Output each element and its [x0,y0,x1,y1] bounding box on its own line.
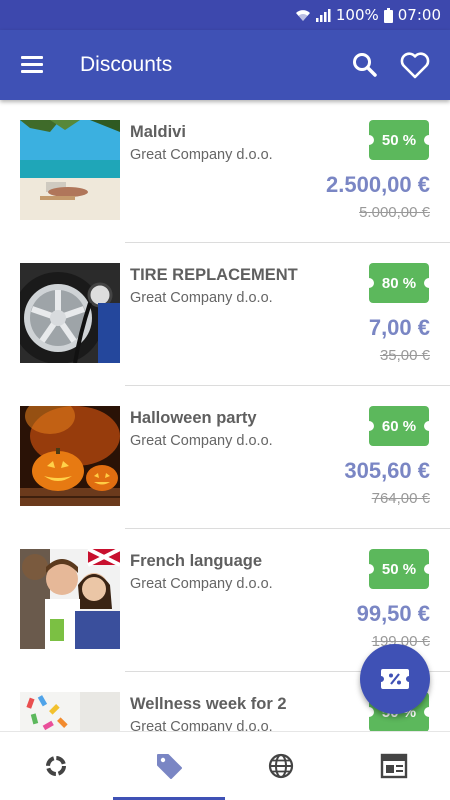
search-icon[interactable] [350,50,380,80]
page-title: Discounts [80,53,173,76]
battery-level: 100% [335,6,379,24]
wifi-icon [295,10,310,21]
item-old-price: 5.000,00 € [359,204,430,221]
item-old-price: 764,00 € [371,490,430,507]
item-name: Wellness week for 2 [130,695,287,713]
item-price: 7,00 € [368,315,430,340]
news-icon [380,753,407,779]
battery-icon [383,7,393,23]
item-company: Great Company d.o.o. [130,719,273,731]
discount-badge: 50 % [364,549,434,589]
tire-photo [20,263,120,363]
nav-tab-home[interactable] [0,732,113,800]
discount-badge: 60 % [364,406,434,446]
item-old-price: 35,00 € [379,347,430,364]
item-name: French language [130,552,263,570]
pumpkin-photo [20,406,120,506]
menu-icon[interactable] [20,52,50,78]
logo-icon [46,756,67,776]
coupon-button[interactable] [360,644,430,714]
item-company: Great Company d.o.o. [130,147,273,163]
discount-badge: 50 % [364,120,434,160]
item-name: Halloween party [130,409,257,427]
item-company: Great Company d.o.o. [130,576,273,592]
clock: 07:00 [397,6,441,24]
discount-list: Maldivi Great Company d.o.o. 50 % 2.500,… [0,100,450,731]
coupon-icon [381,669,409,689]
globe-icon [269,753,294,779]
list-item[interactable]: Halloween party Great Company d.o.o. 60 … [0,386,450,529]
item-company: Great Company d.o.o. [130,433,273,449]
item-price: 305,60 € [344,458,430,483]
wellness-photo [20,692,120,731]
item-name: Maldivi [130,123,186,141]
nav-tab-news[interactable] [338,732,450,800]
list-item[interactable]: TIRE REPLACEMENT Great Company d.o.o. 80… [0,243,450,386]
nav-tab-discounts[interactable] [112,732,226,800]
status-bar: 100% 07:00 [0,0,450,30]
students-photo [20,549,120,649]
item-price: 99,50 € [356,601,430,626]
beach-photo [20,120,120,220]
item-company: Great Company d.o.o. [130,290,273,306]
heart-icon[interactable] [399,50,431,80]
signal-icon [315,9,331,22]
item-price: 2.500,00 € [326,172,430,197]
bottom-navigation [0,731,450,800]
item-name: TIRE REPLACEMENT [130,266,298,284]
nav-tab-web[interactable] [225,732,338,800]
discount-badge: 80 % [364,263,434,303]
tag-icon [156,754,182,779]
app-bar: Discounts [0,30,450,100]
list-item[interactable]: Maldivi Great Company d.o.o. 50 % 2.500,… [0,100,450,243]
